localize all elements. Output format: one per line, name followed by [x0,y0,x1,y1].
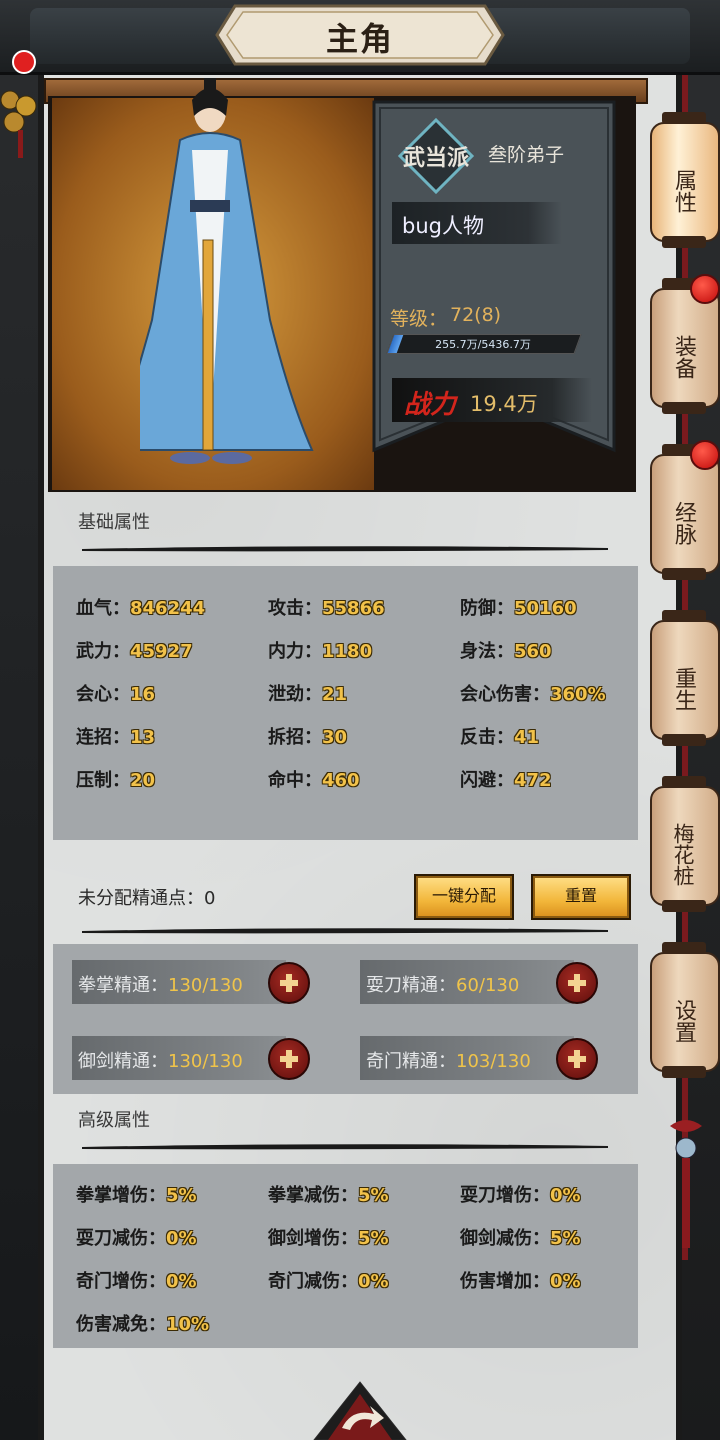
basic-section-title: 基础属性 [78,512,150,533]
mastery-row: 奇门精通：103/130 [360,1036,574,1080]
stat-item: 连招：13 [76,727,156,748]
stat-item: 奇门增伤：0% [76,1271,197,1292]
stat-item: 伤害减免：10% [76,1314,210,1335]
tassel-ornament-icon [670,1120,702,1248]
tab-label: 属性 [671,169,696,213]
advanced-section-title: 高级属性 [78,1110,150,1131]
tab-plum-posts[interactable]: 梅花桩 [648,776,720,912]
lantern-cap [662,402,706,414]
lantern-cap [662,610,706,622]
stat-item: 拆招：30 [268,727,348,748]
level-value: 72(8) [450,304,502,326]
stat-item: 血气：846244 [76,598,206,619]
mastery-text: 拳掌精通：130/130 [78,975,243,996]
exp-text: 255.7万/5436.7万 [435,338,531,351]
stat-item: 奇门减伤：0% [268,1271,389,1292]
sect-name: 武当派 [402,146,469,171]
stat-item: 泄劲：21 [268,684,348,705]
power-value: 19.4万 [470,392,538,416]
brush-divider [82,1144,608,1150]
tab-label: 梅花桩 [671,822,695,886]
lantern-cap [662,734,706,746]
stat-item: 武力：45927 [76,641,193,662]
tab-label: 经脉 [671,501,696,545]
character-portrait [140,78,314,464]
stat-item: 拳掌减伤：5% [268,1185,389,1206]
stat-item: 耍刀减伤：0% [76,1228,197,1249]
stat-item: 御剑减伤：5% [460,1228,581,1249]
unassigned-points: 未分配精通点：0 [78,888,216,909]
stat-item: 反击：41 [460,727,540,748]
page-title: 主角 [325,20,394,58]
back-button[interactable] [312,1380,408,1440]
stat-item: 压制：20 [76,770,156,791]
stat-item: 命中：460 [268,770,360,791]
tab-equipment[interactable]: 装备 [648,274,720,414]
scroll-edge-left [38,60,44,1440]
stat-item: 内力：1180 [268,641,373,662]
add-mastery-button[interactable] [268,1038,310,1080]
tab-attributes[interactable]: 属性 [648,112,720,248]
stat-item: 耍刀增伤：0% [460,1185,581,1206]
mastery-text: 耍刀精通：60/130 [366,975,520,996]
tab-meridians[interactable]: 经脉 [648,440,720,580]
character-name: bug人物 [402,214,484,238]
notification-dot [690,440,720,470]
power-label: 战力 [404,390,457,420]
notification-dot [12,50,36,74]
lantern-cap [662,776,706,788]
mastery-row: 御剑精通：130/130 [72,1036,286,1080]
stat-item: 伤害增加：0% [460,1271,581,1292]
auto-assign-button[interactable]: 一键分配 [414,874,514,920]
tab-settings[interactable]: 设置 [648,942,720,1078]
lantern-cap [662,1066,706,1078]
add-mastery-button[interactable] [268,962,310,1004]
stat-item: 拳掌增伤：5% [76,1185,197,1206]
notification-dot [690,274,720,304]
lantern-cap [662,112,706,124]
tab-rebirth[interactable]: 重生 [648,610,720,746]
tab-label: 重生 [671,667,696,711]
lantern-cap [662,568,706,580]
brush-divider [82,546,608,552]
stat-item: 闪避：472 [460,770,552,791]
rank-title: 叁阶弟子 [488,144,565,166]
stat-item: 会心伤害：360% [460,684,606,705]
level-label: 等级： [390,308,448,330]
mastery-text: 御剑精通：130/130 [78,1051,243,1072]
stat-item: 御剑增伤：5% [268,1228,389,1249]
lantern-cap [662,236,706,248]
mastery-row: 耍刀精通：60/130 [360,960,574,1004]
mastery-text: 奇门精通：103/130 [366,1051,531,1072]
tab-label: 装备 [671,335,696,379]
add-mastery-button[interactable] [556,962,598,1004]
add-mastery-button[interactable] [556,1038,598,1080]
lantern-cap [662,942,706,954]
mastery-row: 拳掌精通：130/130 [72,960,286,1004]
stat-item: 会心：16 [76,684,156,705]
bell-ornament-icon [0,90,37,158]
tab-label: 设置 [671,999,696,1043]
stat-item: 攻击：55866 [268,598,385,619]
stat-item: 身法：560 [460,641,552,662]
reset-button[interactable]: 重置 [531,874,631,920]
brush-divider [82,928,608,934]
stat-item: 防御：50160 [460,598,577,619]
